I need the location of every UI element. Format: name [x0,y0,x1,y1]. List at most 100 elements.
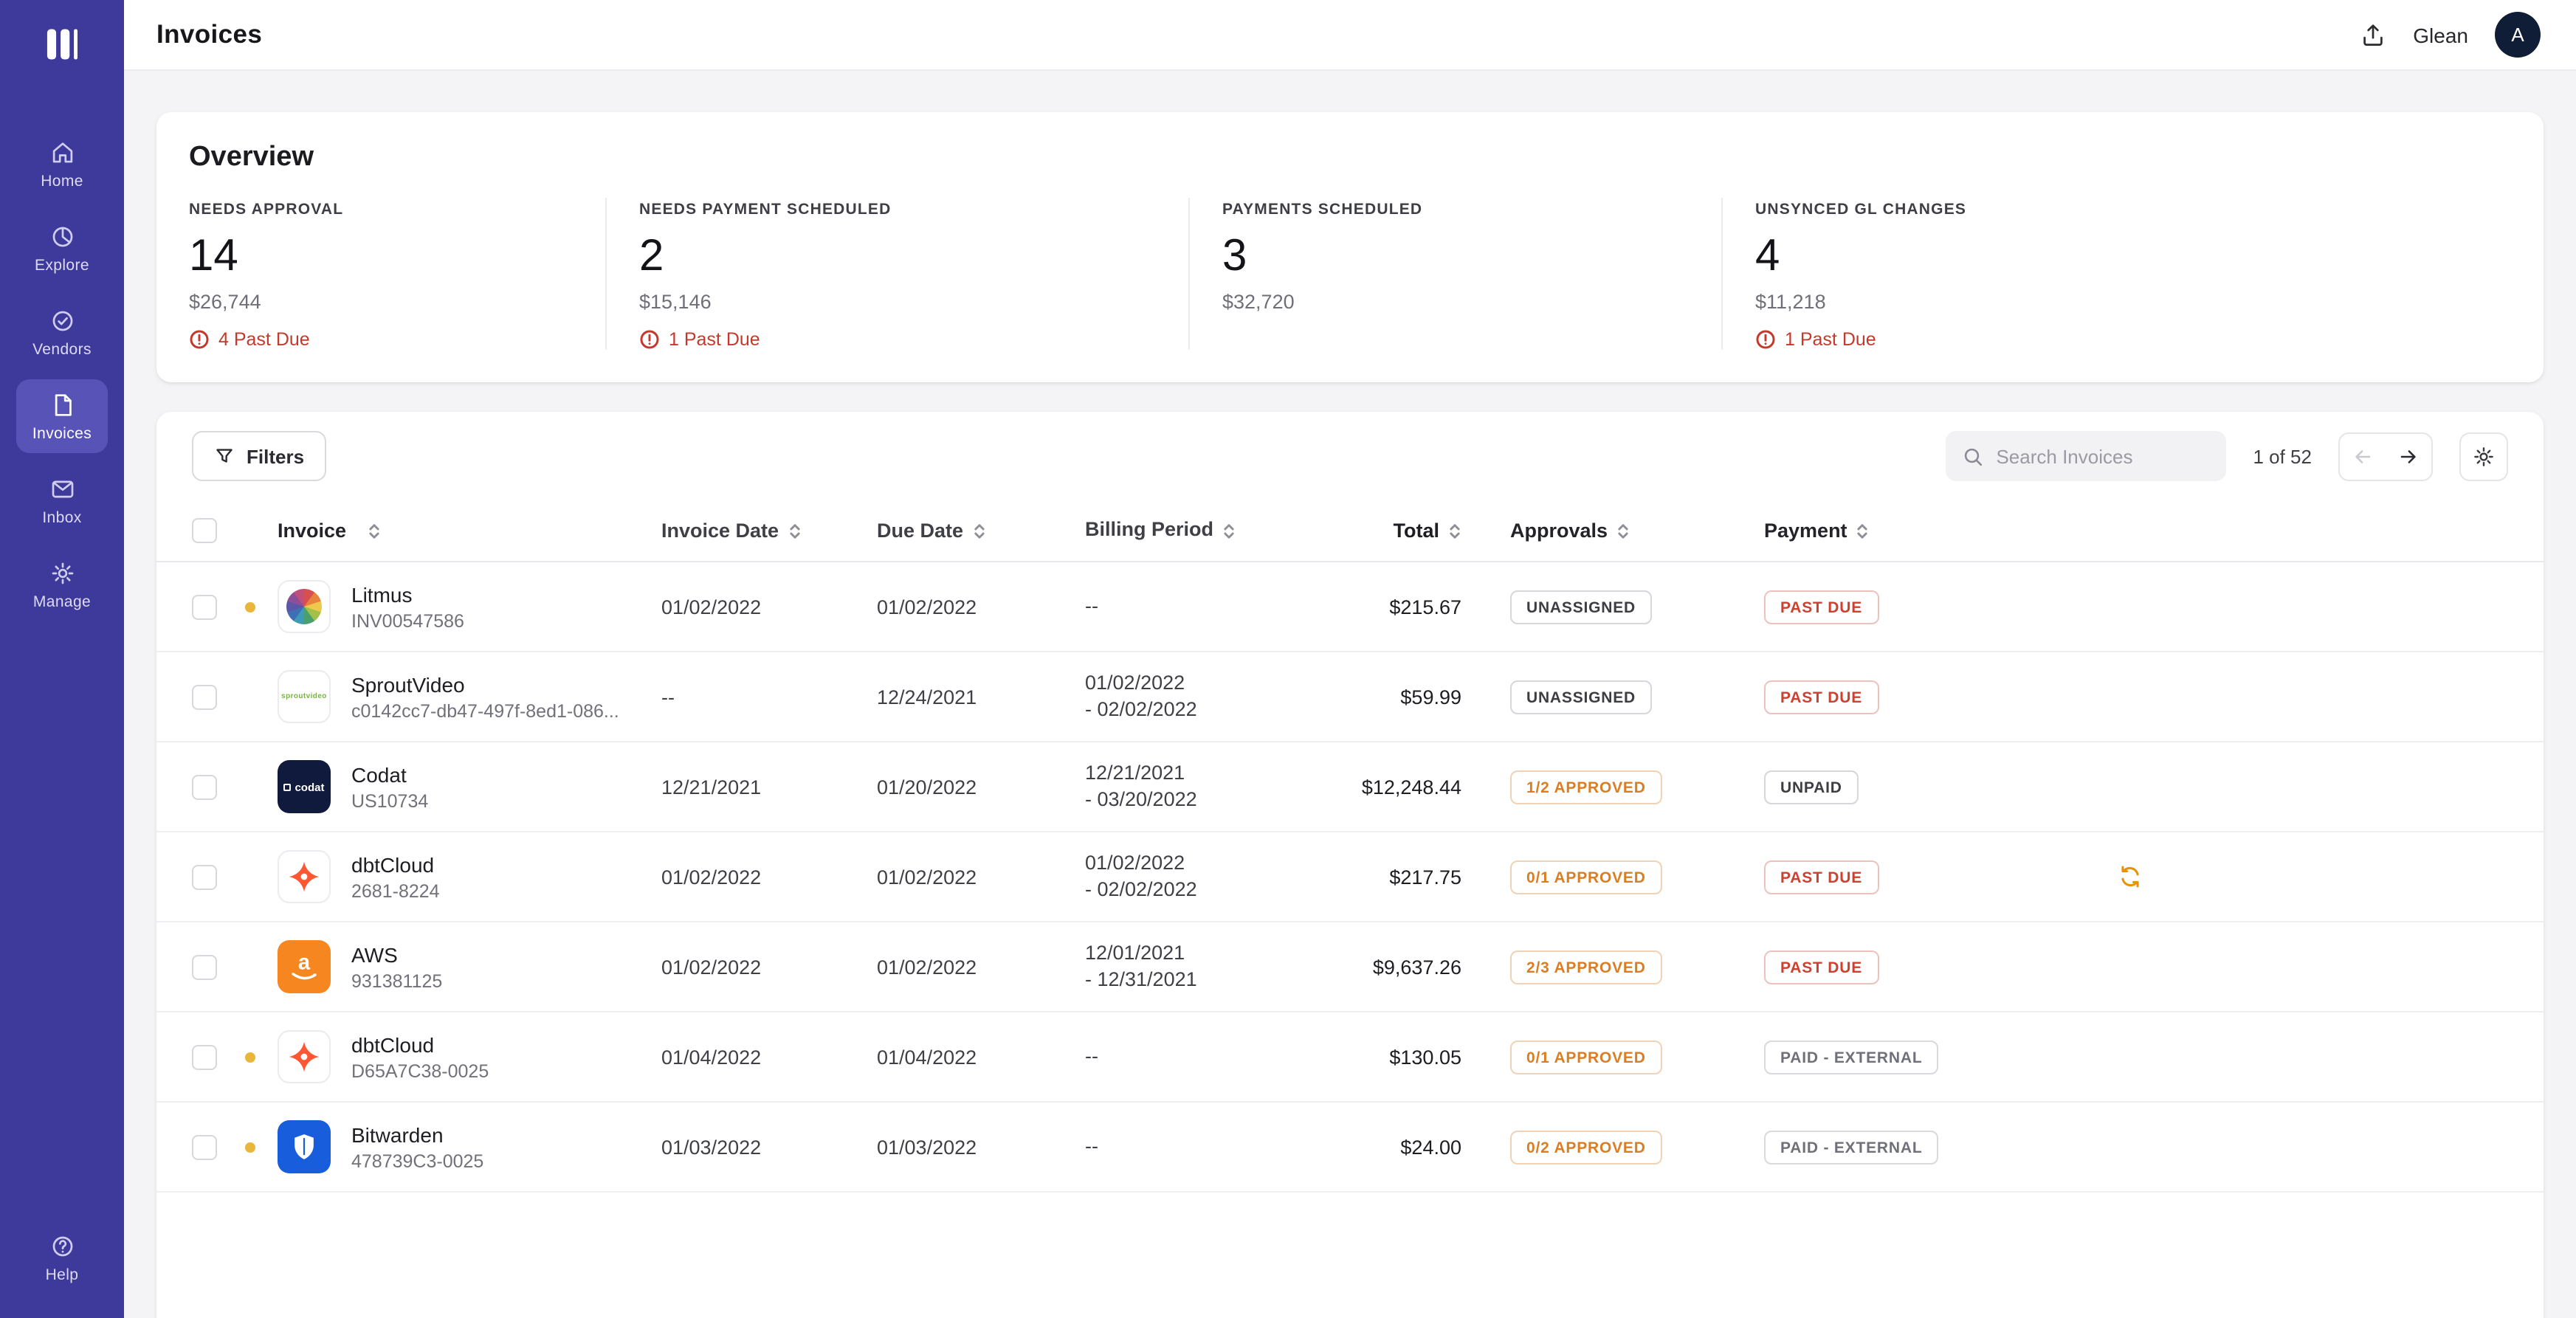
sidebar-item-label: Manage [33,593,91,611]
app-window: Home Explore Vendors Invoices Inbox Manage He… [0,0,2576,1318]
table-body: LitmusINV0054758601/02/202201/02/2022--$… [156,562,2544,1193]
avatar[interactable]: A [2495,12,2541,58]
payment-status-badge: PAST DUE [1764,590,1878,624]
column-header-label: Invoice Date [661,520,779,542]
vendor-logo-codat-icon: codat [278,760,331,813]
glean-logo-icon[interactable] [41,24,83,65]
table-row[interactable]: dbtCloudD65A7C38-002501/04/202201/04/202… [156,1012,2544,1103]
search-input[interactable] [1996,445,2210,467]
column-header-invoice_date[interactable]: Invoice Date [661,520,877,542]
sidebar-item-label: Help [46,1266,79,1284]
column-header-label: Billing Period [1085,517,1213,544]
stat-label: NEEDS PAYMENT SCHEDULED [639,201,1150,218]
vendor-name: AWS [351,942,442,966]
vendor-logo-dbt-icon [278,850,331,903]
invoices-table-card: Filters 1 of 52 I [156,412,2544,1318]
invoice-date: 01/02/2022 [661,956,877,978]
row-checkbox[interactable] [192,1044,217,1069]
column-header-due_date[interactable]: Due Date [877,520,1085,542]
due-date: 01/04/2022 [877,1046,1085,1068]
status-dot-icon [245,1052,255,1062]
stat-amount: $32,720 [1222,291,1683,313]
table-row[interactable]: dbtCloud2681-822401/02/202201/02/202201/… [156,832,2544,922]
sidebar-item-explore[interactable]: Explore [16,211,108,285]
sync-alert-icon[interactable] [2117,863,2143,890]
billing-period: -- [1085,593,1336,620]
sidebar-item-home[interactable]: Home [16,127,108,201]
column-header-total[interactable]: Total [1336,520,1510,542]
sidebar-item-vendors[interactable]: Vendors [16,295,108,369]
search-icon [1962,445,1984,467]
arrow-right-icon [2397,445,2420,467]
invoice-date: -- [661,686,877,708]
sort-icon[interactable] [788,522,801,539]
invoice-number: 931381125 [351,970,442,991]
select-all-checkbox[interactable] [192,518,217,543]
sidebar-item-invoices[interactable]: Invoices [16,379,108,453]
past-due-indicator: 1 Past Due [639,329,1150,350]
alert-icon [639,329,660,350]
column-header-payment[interactable]: Payment [1764,520,2067,542]
row-checkbox[interactable] [192,774,217,799]
alert-icon [1755,329,1776,350]
row-checkbox[interactable] [192,864,217,889]
stat-count: 2 [639,232,1150,282]
sidebar-item-manage[interactable]: Manage [16,548,108,621]
billing-period-line: 01/02/2022 [1085,670,1336,697]
table-toolbar: Filters 1 of 52 [156,412,2544,500]
sidebar-item-label: Invoices [32,425,92,443]
overview-stat: UNSYNCED GL CHANGES4$11,2181 Past Due [1721,198,2544,350]
sort-icon[interactable] [1856,522,1870,539]
table-row[interactable]: LitmusINV0054758601/02/202201/02/2022--$… [156,562,2544,652]
billing-period: 12/01/2021- 12/31/2021 [1085,940,1336,994]
table-header-row: InvoiceInvoice Date Due Date Billing Perio… [156,500,2544,562]
upload-icon[interactable] [2358,21,2386,49]
billing-period: 12/21/2021- 03/20/2022 [1085,760,1336,814]
row-checkbox[interactable] [192,1134,217,1159]
pagination-label: 1 of 52 [2253,445,2312,467]
column-header-approvals[interactable]: Approvals [1510,520,1764,542]
sort-icon[interactable] [1616,522,1630,539]
invoice-number: 2681-8224 [351,880,440,901]
next-page-button[interactable] [2386,433,2431,479]
sort-icon[interactable] [367,522,380,539]
sort-icon[interactable] [1222,522,1236,539]
prev-page-button[interactable] [2340,433,2386,479]
status-dot-icon [245,601,255,612]
sidebar-item-inbox[interactable]: Inbox [16,463,108,537]
billing-period-line: 12/01/2021 [1085,940,1336,967]
row-checkbox[interactable] [192,684,217,709]
overview-stat: NEEDS PAYMENT SCHEDULED2$15,1461 Past Du… [605,198,1188,350]
invoice-number: D65A7C38-0025 [351,1060,489,1081]
due-date: 01/03/2022 [877,1136,1085,1158]
column-header-invoice[interactable]: Invoice [278,520,661,542]
row-checkbox[interactable] [192,594,217,619]
vendor-name: Bitwarden [351,1122,483,1146]
table-settings-button[interactable] [2459,432,2508,480]
table-row[interactable]: aAWS93138112501/02/202201/02/202212/01/2… [156,922,2544,1012]
sort-icon[interactable] [972,522,985,539]
approvals-badge: 2/3 APPROVED [1510,950,1662,984]
overview-stat: NEEDS APPROVAL14$26,7444 Past Due [156,198,605,350]
invoice-total: $130.05 [1336,1046,1510,1068]
invoice-total: $217.75 [1336,866,1510,888]
column-header-label: Due Date [877,520,963,542]
overview-title: Overview [156,142,2544,174]
row-checkbox[interactable] [192,954,217,979]
filters-button[interactable]: Filters [192,431,326,481]
table-row[interactable]: codatCodatUS1073412/21/202101/20/202212/… [156,742,2544,832]
sort-icon[interactable] [1448,522,1461,539]
table-row[interactable]: sproutvideoSproutVideoc0142cc7-db47-497f… [156,652,2544,742]
column-header-billing_period[interactable]: Billing Period [1085,517,1336,544]
approvals-badge: 0/2 APPROVED [1510,1130,1662,1164]
explore-icon [48,223,76,251]
gear-icon [2471,444,2496,469]
past-due-label: 4 Past Due [218,329,310,350]
billing-period: 01/02/2022- 02/02/2022 [1085,850,1336,904]
toolbar-right: 1 of 52 [1946,431,2508,481]
vendors-icon [48,307,76,335]
invoice-total: $12,248.44 [1336,776,1510,798]
approvals-badge: 0/1 APPROVED [1510,860,1662,894]
table-row[interactable]: Bitwarden478739C3-002501/03/202201/03/20… [156,1103,2544,1193]
sidebar-item-help[interactable]: Help [16,1221,108,1294]
